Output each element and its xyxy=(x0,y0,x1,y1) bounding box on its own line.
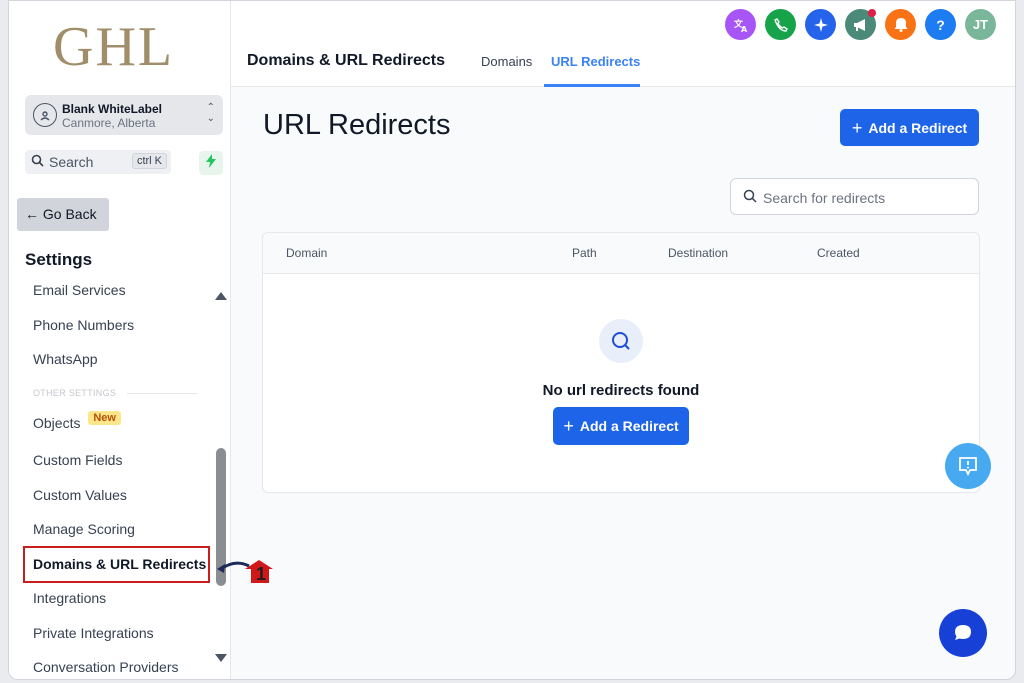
go-back-button[interactable]: ← Go Back xyxy=(17,198,109,231)
plus-icon: + xyxy=(851,117,863,138)
column-header-path[interactable]: Path xyxy=(572,246,597,260)
scroll-up-arrow-icon[interactable] xyxy=(215,292,227,300)
megaphone-icon[interactable] xyxy=(845,9,876,40)
sidebar-item-manage-scoring[interactable]: Manage Scoring xyxy=(33,521,135,537)
add-redirect-label: Add a Redirect xyxy=(868,119,968,136)
empty-add-redirect-button[interactable]: + Add a Redirect xyxy=(553,407,689,445)
add-redirect-button[interactable]: + Add a Redirect xyxy=(840,109,979,146)
sidebar-item-phone-numbers[interactable]: Phone Numbers xyxy=(33,317,134,333)
arrow-left-icon: ← xyxy=(25,206,39,222)
sidebar-item-custom-fields[interactable]: Custom Fields xyxy=(33,452,122,468)
chevron-updown-icon: ⌃ ⌄ xyxy=(206,102,215,124)
svg-text:A: A xyxy=(741,25,748,33)
redirects-table: Domain Path Destination Created No url r… xyxy=(262,232,980,493)
tab-domains[interactable]: Domains xyxy=(481,54,532,69)
tab-url-redirects[interactable]: URL Redirects xyxy=(551,54,640,69)
sidebar-item-integrations[interactable]: Integrations xyxy=(33,590,106,606)
feedback-button[interactable] xyxy=(945,443,991,489)
bell-icon[interactable] xyxy=(885,9,916,40)
sidebar-item-label: Objects xyxy=(33,415,81,431)
chat-widget-button[interactable] xyxy=(939,609,987,657)
ghl-logo: GHL xyxy=(53,16,175,78)
step-annotation: 1 xyxy=(215,557,279,592)
empty-state-message: No url redirects found xyxy=(542,382,700,399)
new-badge: New xyxy=(88,411,121,425)
notification-dot xyxy=(868,9,876,17)
location-pin-icon xyxy=(33,103,57,127)
section-label-other-settings: OTHER SETTINGS xyxy=(33,388,117,398)
sidebar-search-placeholder: Search xyxy=(49,154,94,170)
header-title: Domains & URL Redirects xyxy=(247,52,445,69)
search-shortcut: ctrl K xyxy=(131,153,167,169)
sidebar-item-whatsapp[interactable]: WhatsApp xyxy=(33,351,98,367)
phone-icon[interactable] xyxy=(765,9,796,40)
step-number: 1 xyxy=(256,564,267,584)
user-avatar[interactable]: JT xyxy=(965,9,996,40)
app-window: GHL Blank WhiteLabel Canmore, Alberta ⌃ ⌄… xyxy=(8,0,1016,680)
scroll-down-arrow-icon[interactable] xyxy=(215,654,227,662)
sparkle-icon[interactable] xyxy=(805,9,836,40)
sidebar-item-email-services[interactable]: Email Services xyxy=(33,282,126,298)
sidebar-item-private-integrations[interactable]: Private Integrations xyxy=(33,625,154,641)
column-header-destination[interactable]: Destination xyxy=(668,246,728,260)
search-icon xyxy=(31,154,44,170)
sidebar-search[interactable]: Search ctrl K xyxy=(25,150,171,174)
account-location: Canmore, Alberta xyxy=(62,116,156,130)
settings-title: Settings xyxy=(25,250,93,269)
active-tab-indicator xyxy=(544,84,640,87)
redirect-search-placeholder: Search for redirects xyxy=(763,190,886,206)
highlight-box xyxy=(23,546,210,583)
sidebar-item-conversation-providers[interactable]: Conversation Providers xyxy=(33,659,179,675)
redirect-search-input[interactable]: Search for redirects xyxy=(730,178,979,215)
column-header-created[interactable]: Created xyxy=(817,246,860,260)
translate-icon[interactable]: 文A xyxy=(725,9,756,40)
plus-icon: + xyxy=(563,416,574,436)
sidebar-item-objects[interactable]: Objects New xyxy=(33,411,121,432)
empty-add-redirect-label: Add a Redirect xyxy=(579,418,679,434)
page-title: URL Redirects xyxy=(263,109,451,141)
help-icon[interactable]: ? xyxy=(925,9,956,40)
section-divider xyxy=(127,393,197,394)
sidebar: GHL Blank WhiteLabel Canmore, Alberta ⌃ ⌄… xyxy=(9,1,231,679)
top-header: Domains & URL Redirects Domains URL Redi… xyxy=(231,1,1015,87)
lightning-icon[interactable] xyxy=(199,151,223,175)
account-switcher[interactable]: Blank WhiteLabel Canmore, Alberta ⌃ ⌄ xyxy=(25,95,223,135)
column-header-domain[interactable]: Domain xyxy=(286,246,327,260)
sidebar-item-custom-values[interactable]: Custom Values xyxy=(33,487,127,503)
go-back-label: Go Back xyxy=(42,206,97,222)
search-icon xyxy=(743,189,757,206)
account-name: Blank WhiteLabel xyxy=(62,102,163,116)
table-header: Domain Path Destination Created xyxy=(263,233,979,274)
empty-search-icon xyxy=(599,319,643,363)
